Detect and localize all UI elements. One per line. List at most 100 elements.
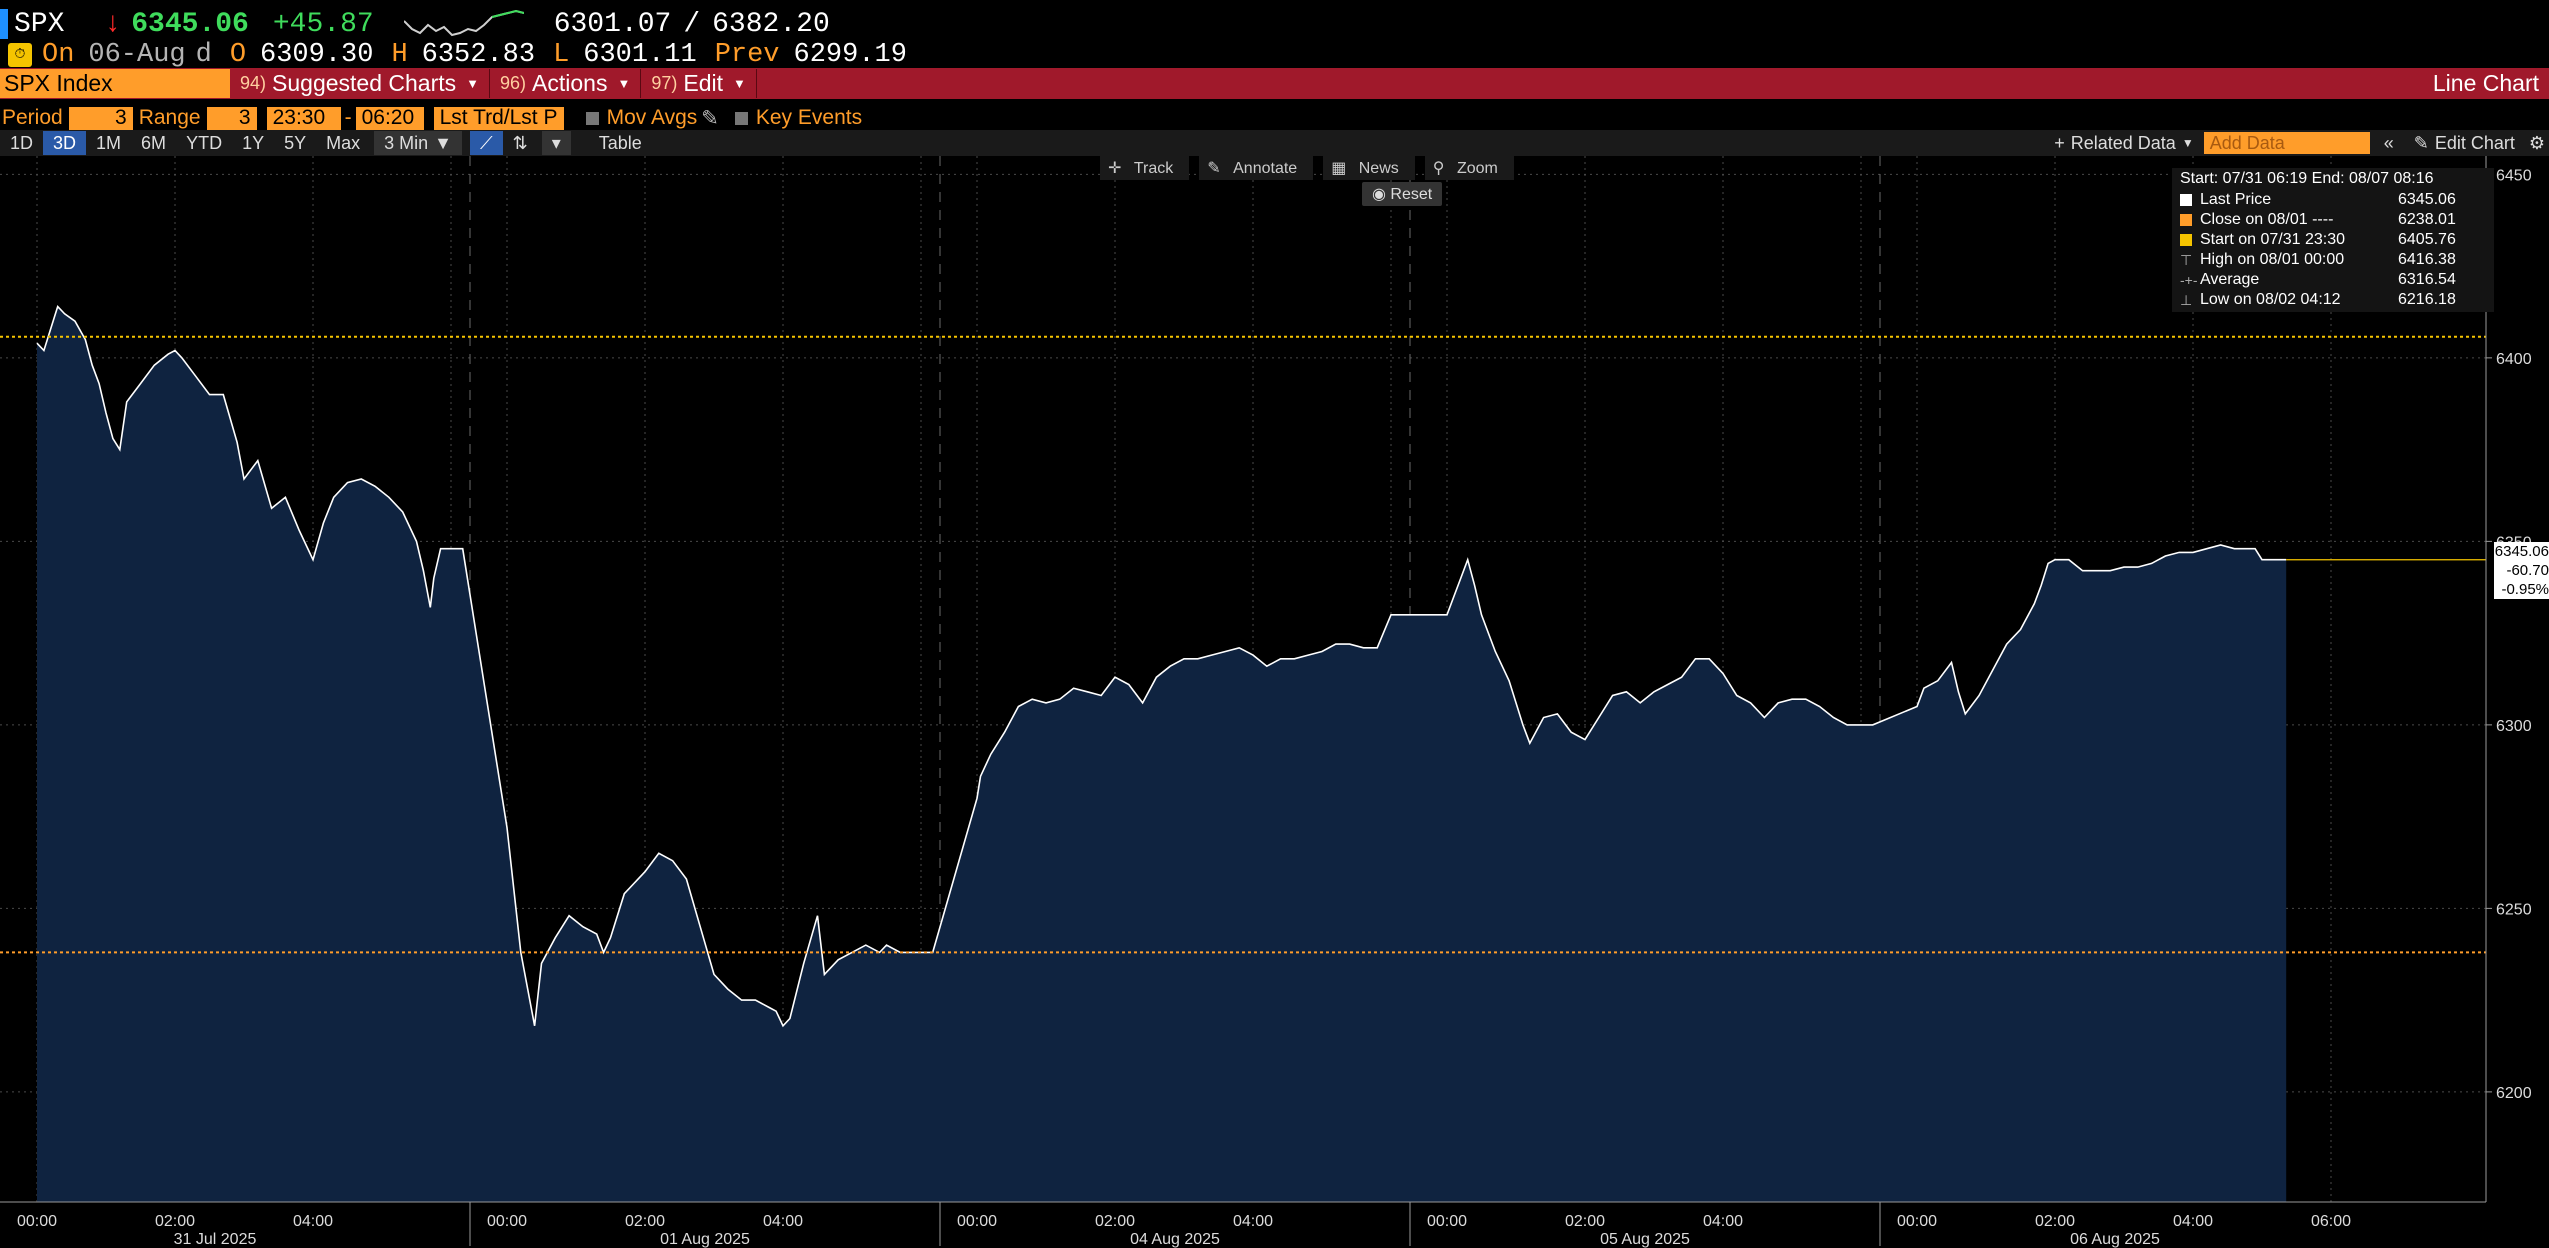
key-events-checkbox[interactable] <box>734 111 748 125</box>
period-ytd[interactable]: YTD <box>176 131 232 155</box>
x-tick-label: 02:00 <box>155 1213 195 1230</box>
legend-swatch <box>2180 194 2192 206</box>
legend-value: 6345.06 <box>2398 191 2456 208</box>
interval-label: 3 Min <box>384 132 429 153</box>
line-chart-icon[interactable]: ⟋ <box>469 131 503 155</box>
x-date-label: 01 Aug 2025 <box>660 1231 750 1248</box>
table-button[interactable]: Table <box>589 131 652 155</box>
period-5y[interactable]: 5Y <box>274 131 316 155</box>
down-arrow-icon: ↓ <box>104 8 122 40</box>
legend-text: Start on 07/31 23:30 <box>2200 231 2345 248</box>
actions-menu[interactable]: 96) Actions ▼ <box>490 69 642 98</box>
chart-legend: Start: 07/31 06:19 End: 08/07 08:16 Last… <box>2172 168 2494 312</box>
tag-price: 6345.06 <box>2494 543 2549 560</box>
legend-label: Close on 08/01 ---- <box>2180 211 2398 229</box>
period-1d[interactable]: 1D <box>0 131 43 155</box>
last-price: 6345.06 <box>131 8 249 40</box>
legend-text: Close on 08/01 ---- <box>2200 211 2334 228</box>
legend-row[interactable]: -+- Average 6316.54 <box>2180 270 2486 290</box>
interval-dropdown[interactable]: 3 Min ▼ <box>374 131 462 155</box>
params-row: Period 3 Range 3 23:30 - 06:20 Lst Trd/L… <box>0 104 2549 132</box>
legend-swatch <box>2180 214 2192 226</box>
caret-down-icon: ▼ <box>617 76 631 91</box>
legend-row[interactable]: Start on 07/31 23:30 6405.76 <box>2180 230 2486 250</box>
related-data-button[interactable]: + Related Data ▼ <box>2044 131 2203 155</box>
news-button[interactable]: ▦ News <box>1323 156 1415 180</box>
caret-down-icon: ▼ <box>434 132 452 153</box>
x-tick-label: 00:00 <box>1427 1213 1467 1230</box>
x-tick-label: 02:00 <box>1095 1213 1135 1230</box>
x-tick-label: 04:00 <box>2173 1213 2213 1230</box>
x-tick-label: 04:00 <box>1703 1213 1743 1230</box>
low-label: L <box>553 40 570 70</box>
period-3d[interactable]: 3D <box>43 131 87 155</box>
price-chart[interactable]: 62006250630063506400645000:0002:0004:003… <box>0 156 2549 1248</box>
legend-row[interactable]: ⊤ High on 08/01 00:00 6416.38 <box>2180 250 2486 270</box>
legend-value: 6316.54 <box>2398 271 2456 288</box>
legend-row[interactable]: Close on 08/01 ---- 6238.01 <box>2180 210 2486 230</box>
legend-label: -+- Average <box>2180 271 2398 289</box>
reset-button[interactable]: ◉ Reset <box>1362 182 1443 206</box>
price-area <box>37 306 2287 1202</box>
legend-text: Average <box>2200 271 2260 288</box>
edit-chart-button[interactable]: ✎ Edit Chart <box>2404 131 2525 155</box>
menu-label: Actions <box>532 70 608 96</box>
security-field[interactable]: SPX Index <box>0 69 230 98</box>
edit-menu[interactable]: 97) Edit ▼ <box>641 69 757 98</box>
legend-label: ⊤ High on 08/01 00:00 <box>2180 251 2398 269</box>
legend-value: 6216.18 <box>2398 291 2456 308</box>
sparkline <box>403 9 524 37</box>
time-sep: - <box>344 106 352 129</box>
clock-icon[interactable]: ⏱ <box>8 43 32 67</box>
annotate-button[interactable]: ✎ Annotate <box>1199 156 1314 180</box>
track-button[interactable]: ✛ Track <box>1100 156 1190 180</box>
menu-num: 97) <box>651 73 678 93</box>
time-end-field[interactable]: 06:20 <box>355 106 424 130</box>
tag-change: -60.70 <box>2506 562 2549 579</box>
chart-toolbar: 1D 3D 1M 6M YTD 1Y 5Y Max 3 Min ▼ ⟋ ⇅ ▾ T… <box>0 130 2549 156</box>
range-field[interactable]: 3 <box>206 106 257 130</box>
annotate-label: Annotate <box>1225 158 1306 179</box>
legend-text: Low on 08/02 04:12 <box>2200 291 2341 308</box>
open-label: O <box>229 40 247 70</box>
track-label: Track <box>1125 158 1182 179</box>
last-trade-field[interactable]: Lst Trd/Lst P <box>433 106 564 130</box>
x-tick-label: 00:00 <box>1897 1213 1937 1230</box>
function-bar: SPX Index 94) Suggested Charts ▼ 96) Act… <box>0 68 2549 99</box>
mov-avgs-checkbox[interactable] <box>585 111 599 125</box>
key-events-label: Key Events <box>755 106 863 129</box>
ohlc-row: ⏱ On 06-Aug d O 6309.30 H 6352.83 L 6301… <box>0 38 2549 72</box>
bar-chart-icon[interactable]: ⇅ <box>503 131 538 155</box>
x-tick-label: 02:00 <box>2035 1213 2075 1230</box>
x-tick-label: 00:00 <box>487 1213 527 1230</box>
low-value: 6301.11 <box>583 40 697 70</box>
zoom-label: Zoom <box>1448 158 1506 179</box>
caret-down-icon: ▼ <box>2181 136 2194 150</box>
range-sep: / <box>683 8 701 40</box>
pencil-icon: ✎ <box>2413 132 2429 153</box>
collapse-icon[interactable]: « <box>2374 131 2404 155</box>
period-6m[interactable]: 6M <box>131 131 176 155</box>
period-1y[interactable]: 1Y <box>232 131 274 155</box>
reset-label: Reset <box>1390 186 1433 203</box>
add-data-input[interactable]: Add Data <box>2203 132 2370 154</box>
high-value: 6352.83 <box>421 40 536 70</box>
legend-row[interactable]: ⊥ Low on 08/02 04:12 6216.18 <box>2180 290 2486 310</box>
chart-type-dropdown[interactable]: ▾ <box>541 131 571 155</box>
period-max[interactable]: Max <box>316 131 370 155</box>
prev-label: Prev <box>714 40 780 70</box>
zoom-button[interactable]: ⚲ Zoom <box>1424 156 1514 180</box>
period-1m[interactable]: 1M <box>86 131 131 155</box>
last-price-tag: 6345.06 -60.70 -0.95% <box>2494 542 2549 599</box>
ticker[interactable]: SPX <box>14 9 64 40</box>
legend-row[interactable]: Last Price 6345.06 <box>2180 190 2486 210</box>
y-tick-label: 6400 <box>2496 351 2532 368</box>
period-field[interactable]: 3 <box>68 106 133 130</box>
range-low: 6301.07 <box>553 8 672 40</box>
gear-icon[interactable]: ⚙ <box>2525 131 2549 155</box>
plus-icon: + <box>2054 132 2065 153</box>
suggested-charts-menu[interactable]: 94) Suggested Charts ▼ <box>230 69 491 98</box>
legend-text: Last Price <box>2200 191 2272 208</box>
pencil-icon[interactable]: ✎ <box>701 106 719 131</box>
time-start-field[interactable]: 23:30 <box>266 106 341 130</box>
